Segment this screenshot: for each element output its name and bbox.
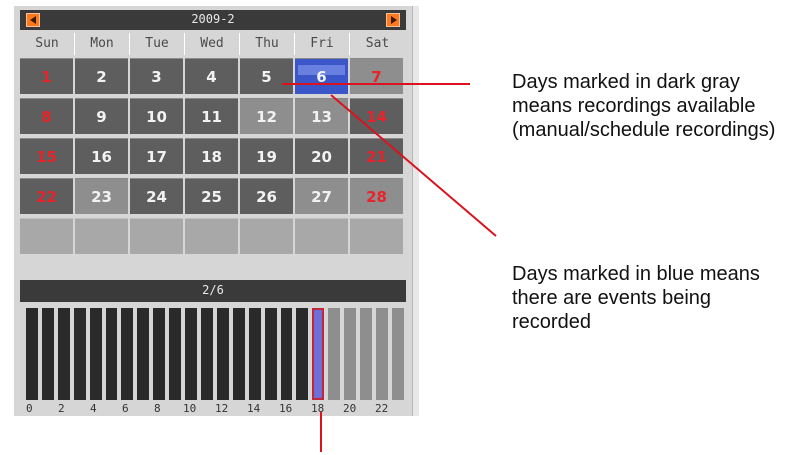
dark-gray-callout: Days marked in dark gray means recording… <box>512 71 776 141</box>
annotation-leader-lines <box>282 83 497 452</box>
blue-callout: Days marked in blue means there are even… <box>512 263 760 333</box>
leader-line-blue <box>330 94 497 237</box>
